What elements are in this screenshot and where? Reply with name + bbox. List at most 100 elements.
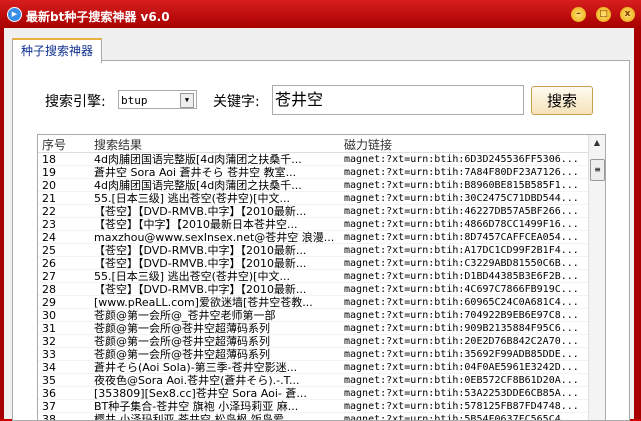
- row-title: 4d肉脯团国语完整版[4d肉蒲团之扶桑千...: [94, 179, 302, 192]
- row-title: 苍颜@第一会所@苍井空超薄码系列: [94, 322, 270, 335]
- row-magnet: magnet:?xt=urn:btih:6D3D245536FF5306...: [344, 154, 579, 165]
- row-index: 26: [42, 257, 56, 270]
- table-row[interactable]: 26 【苍空】【DVD-RMVB.中字】【2010最新... magnet:?xt=…: [38, 257, 605, 270]
- keyword-label: 关键字:: [213, 94, 260, 110]
- row-index: 33: [42, 348, 56, 361]
- row-title: 55.[日本三级] 逃出苍空(苍井空)[中文...: [94, 270, 290, 283]
- table-row[interactable]: 35 夜夜色@Sora Aoi.苍井空(蒼井そら).-.T... magnet:?x…: [38, 374, 605, 387]
- table-row[interactable]: 33 苍颜@第一会所@苍井空超薄码系列 magnet:?xt=urn:btih:35…: [38, 348, 605, 361]
- row-title: [353809][Sex8.cc]苍井空 Sora Aoi- 蒼...: [94, 387, 307, 400]
- row-magnet: magnet:?xt=urn:btih:8D7457CAFFCEA054...: [344, 232, 579, 243]
- row-title: 苍颜@第一会所@苍井空超薄码系列: [94, 348, 270, 361]
- table-row[interactable]: 37 BT种子集合-苍井空 旗袍 小泽玛莉亚 麻... magnet:?xt=urn…: [38, 400, 605, 413]
- table-row[interactable]: 20 4d肉脯团国语完整版[4d肉蒲团之扶桑千... magnet:?xt=urn:…: [38, 179, 605, 192]
- table-row[interactable]: 34 蒼井そら(Aoi Sola)-第三季-苍井空影迷... magnet:?xt=…: [38, 361, 605, 374]
- row-index: 37: [42, 400, 56, 413]
- row-index: 20: [42, 179, 56, 192]
- row-index: 32: [42, 335, 56, 348]
- row-magnet: magnet:?xt=urn:btih:7A84F80DF23A7126...: [344, 167, 579, 178]
- row-magnet: magnet:?xt=urn:btih:04F0AE5961E3242D...: [344, 362, 579, 373]
- row-magnet: magnet:?xt=urn:btih:0EB572CF8B61D20A...: [344, 375, 579, 386]
- row-magnet: magnet:?xt=urn:btih:30C2475C71DBD544...: [344, 193, 579, 204]
- table-row[interactable]: 23 【苍空】【中字】【2010最新日本苍井空... magnet:?xt=urn:…: [38, 218, 605, 231]
- row-magnet: magnet:?xt=urn:btih:704922B9EB6E97C8...: [344, 310, 579, 321]
- row-title: 蒼井空 Sora Aoi 蒼井そら 苍井空 教室...: [94, 166, 297, 179]
- row-magnet: magnet:?xt=urn:btih:53A2253DDE6CB85A...: [344, 388, 579, 399]
- row-index: 35: [42, 374, 56, 387]
- row-title: 蒼井そら(Aoi Sola)-第三季-苍井空影迷...: [94, 361, 298, 374]
- search-button[interactable]: 搜索: [531, 86, 593, 115]
- minimize-button[interactable]: –: [571, 7, 586, 22]
- row-magnet: magnet:?xt=urn:btih:D1BD44385B3E6F2B...: [344, 271, 579, 282]
- scroll-thumb[interactable]: ≡: [590, 159, 605, 181]
- keyword-input[interactable]: 苍井空: [272, 85, 524, 115]
- table-row[interactable]: 29 [www.pReaLL.com]爱欲迷墙[苍井空苍教... magnet:?x…: [38, 296, 605, 309]
- row-title: 【苍空】【DVD-RMVB.中字】【2010最新...: [94, 205, 307, 218]
- row-title: BT种子集合-苍井空 旗袍 小泽玛莉亚 麻...: [94, 400, 299, 413]
- table-row[interactable]: 22 【苍空】【DVD-RMVB.中字】【2010最新... magnet:?xt=…: [38, 205, 605, 218]
- app-window: ▶ 最新bt种子搜索神器 v6.0 – □ x 种子搜索神器 搜索引擎: btu…: [0, 0, 641, 421]
- row-index: 29: [42, 296, 56, 309]
- row-magnet: magnet:?xt=urn:btih:578125FB87FD4748...: [344, 401, 579, 412]
- row-index: 31: [42, 322, 56, 335]
- table-row[interactable]: 25 【苍空】【DVD-RMVB.中字】【2010最新... magnet:?xt=…: [38, 244, 605, 257]
- row-index: 19: [42, 166, 56, 179]
- close-button[interactable]: x: [620, 7, 635, 22]
- row-index: 24: [42, 231, 56, 244]
- row-magnet: magnet:?xt=urn:btih:35692F99ADB85DDE...: [344, 349, 579, 360]
- row-title: 苍颜@第一会所@_苍井空老师第一部: [94, 309, 276, 322]
- row-title: 【苍空】【DVD-RMVB.中字】【2010最新...: [94, 244, 307, 257]
- header-index[interactable]: 序号: [42, 136, 66, 153]
- row-magnet: magnet:?xt=urn:btih:20E2D76B842C2A70...: [344, 336, 579, 347]
- row-magnet: magnet:?xt=urn:btih:60965C24C0A681C4...: [344, 297, 579, 308]
- row-index: 36: [42, 387, 56, 400]
- row-magnet: magnet:?xt=urn:btih:4866D78CC1499F16...: [344, 219, 579, 230]
- row-magnet: magnet:?xt=urn:btih:909B2135884F95C6...: [344, 323, 579, 334]
- row-index: 23: [42, 218, 56, 231]
- row-title: 【苍空】【DVD-RMVB.中字】【2010最新...: [94, 283, 307, 296]
- table-row[interactable]: 19 蒼井空 Sora Aoi 蒼井そら 苍井空 教室... magnet:?xt=…: [38, 166, 605, 179]
- chevron-down-icon[interactable]: ▼: [180, 93, 194, 108]
- table-row[interactable]: 27 55.[日本三级] 逃出苍空(苍井空)[中文... magnet:?xt=ur…: [38, 270, 605, 283]
- vertical-scrollbar[interactable]: ▲ ≡: [588, 135, 605, 420]
- engine-value: btup: [121, 94, 148, 107]
- maximize-button[interactable]: □: [596, 7, 611, 22]
- table-row[interactable]: 30 苍颜@第一会所@_苍井空老师第一部 magnet:?xt=urn:btih:7…: [38, 309, 605, 322]
- app-play-icon: ▶: [7, 7, 22, 22]
- row-index: 22: [42, 205, 56, 218]
- header-magnet[interactable]: 磁力链接: [344, 136, 392, 153]
- row-title: 【苍空】【DVD-RMVB.中字】【2010最新...: [94, 257, 307, 270]
- row-title: [www.pReaLL.com]爱欲迷墙[苍井空苍教...: [94, 296, 313, 309]
- row-title: 4d肉脯团国语完整版[4d肉蒲团之扶桑千...: [94, 153, 302, 166]
- table-row[interactable]: 32 苍颜@第一会所@苍井空超薄码系列 magnet:?xt=urn:btih:20…: [38, 335, 605, 348]
- table-row[interactable]: 24 maxzhou@www.sexInsex.net@苍井空 浪漫... magn…: [38, 231, 605, 244]
- header-result[interactable]: 搜索结果: [94, 136, 334, 153]
- engine-label: 搜索引擎:: [45, 94, 106, 110]
- row-index: 27: [42, 270, 56, 283]
- row-magnet: magnet:?xt=urn:btih:46227DB57A5BF266...: [344, 206, 579, 217]
- row-magnet: magnet:?xt=urn:btih:C3229ABD81550C6B...: [344, 258, 579, 269]
- row-index: 34: [42, 361, 56, 374]
- window-title: 最新bt种子搜索神器 v6.0: [26, 10, 170, 24]
- row-index: 30: [42, 309, 56, 322]
- row-title: 55.[日本三级] 逃出苍空(苍井空)[中文...: [94, 192, 290, 205]
- row-magnet: magnet:?xt=urn:btih:4C697C7866FB919C...: [344, 284, 579, 295]
- table-row[interactable]: 28 【苍空】【DVD-RMVB.中字】【2010最新... magnet:?xt=…: [38, 283, 605, 296]
- row-title: 苍颜@第一会所@苍井空超薄码系列: [94, 335, 270, 348]
- row-index: 25: [42, 244, 56, 257]
- row-index: 21: [42, 192, 56, 205]
- table-row[interactable]: 21 55.[日本三级] 逃出苍空(苍井空)[中文... magnet:?xt=ur…: [38, 192, 605, 205]
- row-title: 夜夜色@Sora Aoi.苍井空(蒼井そら).-.T...: [94, 374, 300, 387]
- table-row[interactable]: 36 [353809][Sex8.cc]苍井空 Sora Aoi- 蒼... mag…: [38, 387, 605, 400]
- row-index: 28: [42, 283, 56, 296]
- row-index: 18: [42, 153, 56, 166]
- table-row[interactable]: 18 4d肉脯团国语完整版[4d肉蒲团之扶桑千... magnet:?xt=urn:…: [38, 153, 605, 166]
- engine-select[interactable]: btup ▼: [118, 90, 197, 109]
- row-title: 【苍空】【中字】【2010最新日本苍井空...: [94, 218, 298, 231]
- row-magnet: magnet:?xt=urn:btih:A17DC1CD99F2B1F4...: [344, 245, 579, 256]
- row-magnet: magnet:?xt=urn:btih:B8960BE815B585F1...: [344, 180, 579, 191]
- scroll-up-icon[interactable]: ▲: [589, 135, 605, 151]
- results-table: 序号 搜索结果 磁力链接 18 4d肉脯团国语完整版[4d肉蒲团之扶桑千... ma…: [37, 134, 606, 420]
- table-row[interactable]: 31 苍颜@第一会所@苍井空超薄码系列 magnet:?xt=urn:btih:90…: [38, 322, 605, 335]
- tab-seed-search[interactable]: 种子搜索神器: [12, 38, 102, 63]
